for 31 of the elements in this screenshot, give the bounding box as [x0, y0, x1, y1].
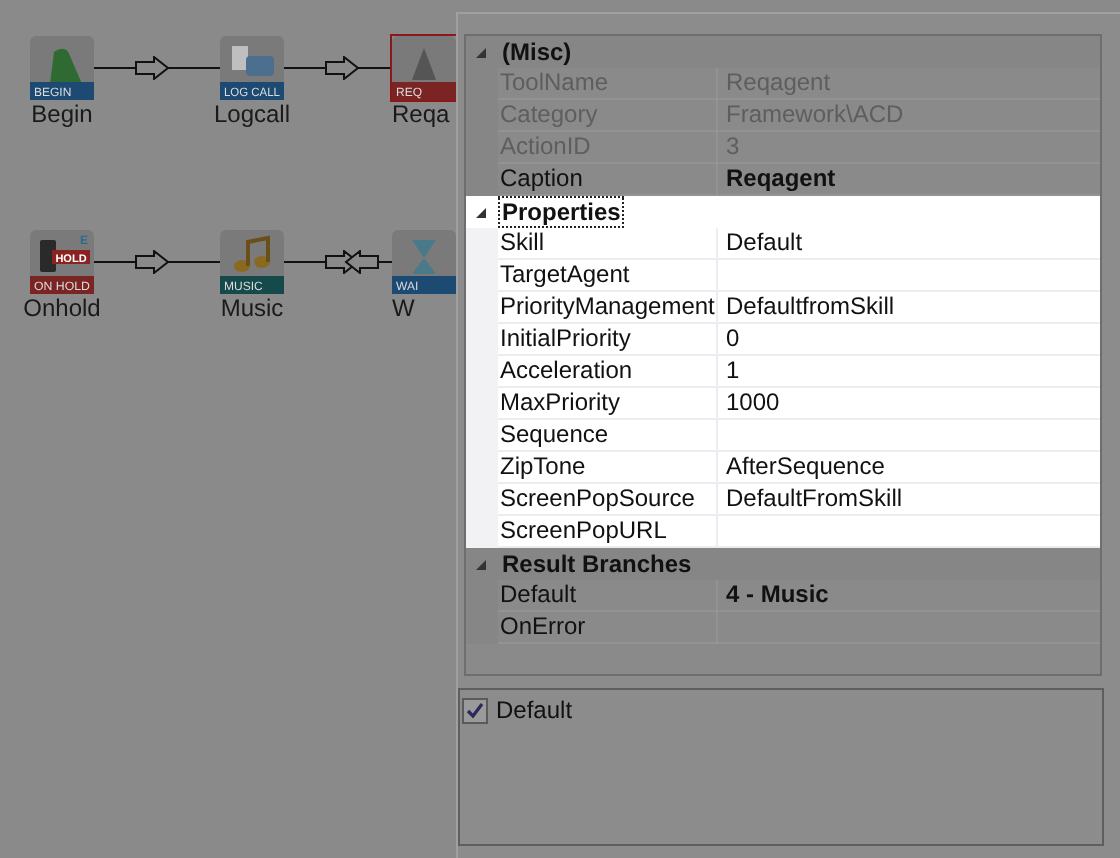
row-margin	[466, 228, 498, 260]
property-name: Sequence	[498, 420, 718, 452]
property-name: ScreenPopSource	[498, 484, 718, 516]
property-value[interactable]: 1	[718, 356, 1100, 388]
property-name: Default	[498, 580, 718, 612]
category-header[interactable]: (Misc)	[498, 36, 576, 68]
property-value[interactable]: 4 - Music	[718, 580, 1100, 612]
property-value[interactable]: AfterSequence	[718, 452, 1100, 484]
checkbox-label: Default	[496, 694, 573, 729]
property-name: InitialPriority	[498, 324, 718, 356]
property-name: PriorityManagement	[498, 292, 718, 324]
property-name: MaxPriority	[498, 388, 718, 420]
property-name: OnError	[498, 612, 718, 644]
checkbox[interactable]	[462, 697, 488, 724]
property-value[interactable]: DefaultfromSkill	[718, 292, 1100, 324]
node-label: W	[392, 294, 415, 322]
property-name: ZipTone	[498, 452, 718, 484]
property-value[interactable]: 0	[718, 324, 1100, 356]
property-name: Acceleration	[498, 356, 718, 388]
category-header[interactable]: Properties	[498, 196, 625, 228]
node-label: Begin	[31, 100, 93, 128]
node-label: Logcall	[213, 100, 291, 128]
node-label: Reqa	[392, 100, 450, 128]
property-name: Skill	[498, 228, 718, 260]
row-margin	[466, 516, 498, 548]
property-value[interactable]: Default	[718, 228, 1100, 260]
node-label: Music	[220, 294, 284, 322]
property-value[interactable]: 1000	[718, 388, 1100, 420]
node-label: Onhold	[23, 294, 101, 322]
property-name: TargetAgent	[498, 260, 718, 292]
property-value[interactable]: DefaultFromSkill	[718, 484, 1100, 516]
